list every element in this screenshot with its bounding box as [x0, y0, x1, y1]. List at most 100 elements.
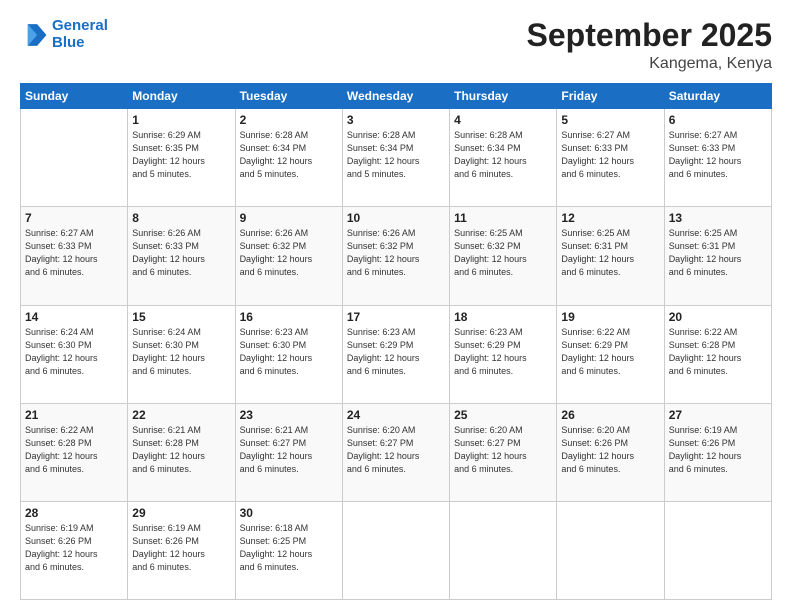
- logo-icon: [20, 21, 48, 49]
- col-thursday: Thursday: [450, 84, 557, 109]
- day-info: Sunrise: 6:28 AM Sunset: 6:34 PM Dayligh…: [347, 129, 445, 181]
- col-saturday: Saturday: [664, 84, 771, 109]
- day-info: Sunrise: 6:23 AM Sunset: 6:29 PM Dayligh…: [347, 326, 445, 378]
- table-cell: 9 Sunrise: 6:26 AM Sunset: 6:32 PM Daylig…: [235, 207, 342, 305]
- day-number: 16: [240, 310, 338, 324]
- col-sunday: Sunday: [21, 84, 128, 109]
- table-cell: 15Sunrise: 6:24 AM Sunset: 6:30 PM Dayli…: [128, 305, 235, 403]
- day-number: 19: [561, 310, 659, 324]
- month-title: September 2025: [527, 18, 772, 53]
- week-row-4: 21Sunrise: 6:22 AM Sunset: 6:28 PM Dayli…: [21, 403, 772, 501]
- table-cell: 26 Sunrise: 6:20 AM Sunset: 6:26 PM Dayli…: [557, 403, 664, 501]
- day-number: 26: [561, 408, 659, 422]
- day-info: Sunrise: 6:28 AM Sunset: 6:34 PM Dayligh…: [240, 129, 338, 181]
- table-cell: 22 Sunrise: 6:21 AM Sunset: 6:28 PM Dayli…: [128, 403, 235, 501]
- table-cell: 28 Sunrise: 6:19 AM Sunset: 6:26 PM Dayli…: [21, 501, 128, 599]
- day-number: 28: [25, 506, 123, 520]
- day-info: Sunrise: 6:25 AM Sunset: 6:31 PM Dayligh…: [669, 227, 767, 279]
- day-info: Sunrise: 6:19 AM Sunset: 6:26 PM Dayligh…: [669, 424, 767, 476]
- day-info: Sunrise: 6:27 AM Sunset: 6:33 PM Dayligh…: [561, 129, 659, 181]
- day-number: 5: [561, 113, 659, 127]
- table-cell: [664, 501, 771, 599]
- table-cell: 1 Sunrise: 6:29 AM Sunset: 6:35 PM Daylig…: [128, 109, 235, 207]
- logo: General Blue: [20, 18, 108, 51]
- day-info: Sunrise: 6:26 AM Sunset: 6:32 PM Dayligh…: [240, 227, 338, 279]
- day-info: Sunrise: 6:20 AM Sunset: 6:26 PM Dayligh…: [561, 424, 659, 476]
- title-block: September 2025 Kangema, Kenya: [527, 18, 772, 73]
- day-info: Sunrise: 6:20 AM Sunset: 6:27 PM Dayligh…: [347, 424, 445, 476]
- table-cell: 29 Sunrise: 6:19 AM Sunset: 6:26 PM Dayli…: [128, 501, 235, 599]
- logo-text: General Blue: [52, 18, 108, 51]
- day-info: Sunrise: 6:19 AM Sunset: 6:26 PM Dayligh…: [25, 522, 123, 574]
- day-number: 20: [669, 310, 767, 324]
- table-cell: 24 Sunrise: 6:20 AM Sunset: 6:27 PM Dayli…: [342, 403, 449, 501]
- table-cell: 23 Sunrise: 6:21 AM Sunset: 6:27 PM Dayli…: [235, 403, 342, 501]
- day-number: 24: [347, 408, 445, 422]
- day-number: 4: [454, 113, 552, 127]
- day-info: Sunrise: 6:21 AM Sunset: 6:28 PM Dayligh…: [132, 424, 230, 476]
- week-row-2: 7 Sunrise: 6:27 AM Sunset: 6:33 PM Daylig…: [21, 207, 772, 305]
- table-cell: [450, 501, 557, 599]
- day-number: 13: [669, 211, 767, 225]
- logo-line2: Blue: [52, 34, 85, 51]
- day-number: 30: [240, 506, 338, 520]
- day-info: Sunrise: 6:24 AM Sunset: 6:30 PM Dayligh…: [25, 326, 123, 378]
- table-cell: [557, 501, 664, 599]
- day-number: 21: [25, 408, 123, 422]
- day-number: 17: [347, 310, 445, 324]
- table-cell: 17 Sunrise: 6:23 AM Sunset: 6:29 PM Dayli…: [342, 305, 449, 403]
- day-number: 9: [240, 211, 338, 225]
- day-info: Sunrise: 6:21 AM Sunset: 6:27 PM Dayligh…: [240, 424, 338, 476]
- day-number: 3: [347, 113, 445, 127]
- day-number: 27: [669, 408, 767, 422]
- table-cell: 7 Sunrise: 6:27 AM Sunset: 6:33 PM Daylig…: [21, 207, 128, 305]
- day-number: 12: [561, 211, 659, 225]
- day-info: Sunrise: 6:27 AM Sunset: 6:33 PM Dayligh…: [669, 129, 767, 181]
- day-info: Sunrise: 6:23 AM Sunset: 6:30 PM Dayligh…: [240, 326, 338, 378]
- col-friday: Friday: [557, 84, 664, 109]
- table-cell: 13 Sunrise: 6:25 AM Sunset: 6:31 PM Dayli…: [664, 207, 771, 305]
- table-cell: 10Sunrise: 6:26 AM Sunset: 6:32 PM Dayli…: [342, 207, 449, 305]
- location: Kangema, Kenya: [527, 55, 772, 73]
- table-cell: 18Sunrise: 6:23 AM Sunset: 6:29 PM Dayli…: [450, 305, 557, 403]
- day-number: 22: [132, 408, 230, 422]
- table-cell: 2Sunrise: 6:28 AM Sunset: 6:34 PM Daylig…: [235, 109, 342, 207]
- table-cell: 16 Sunrise: 6:23 AM Sunset: 6:30 PM Dayli…: [235, 305, 342, 403]
- logo-line1: General: [52, 17, 108, 34]
- week-row-3: 14Sunrise: 6:24 AM Sunset: 6:30 PM Dayli…: [21, 305, 772, 403]
- table-cell: 27 Sunrise: 6:19 AM Sunset: 6:26 PM Dayli…: [664, 403, 771, 501]
- day-info: Sunrise: 6:24 AM Sunset: 6:30 PM Dayligh…: [132, 326, 230, 378]
- col-tuesday: Tuesday: [235, 84, 342, 109]
- calendar-header-row: Sunday Monday Tuesday Wednesday Thursday…: [21, 84, 772, 109]
- week-row-1: 1 Sunrise: 6:29 AM Sunset: 6:35 PM Daylig…: [21, 109, 772, 207]
- day-number: 6: [669, 113, 767, 127]
- table-cell: 8Sunrise: 6:26 AM Sunset: 6:33 PM Daylig…: [128, 207, 235, 305]
- table-cell: 25Sunrise: 6:20 AM Sunset: 6:27 PM Dayli…: [450, 403, 557, 501]
- day-number: 1: [132, 113, 230, 127]
- table-cell: 21Sunrise: 6:22 AM Sunset: 6:28 PM Dayli…: [21, 403, 128, 501]
- day-info: Sunrise: 6:19 AM Sunset: 6:26 PM Dayligh…: [132, 522, 230, 574]
- day-number: 7: [25, 211, 123, 225]
- table-cell: [21, 109, 128, 207]
- day-number: 23: [240, 408, 338, 422]
- day-info: Sunrise: 6:28 AM Sunset: 6:34 PM Dayligh…: [454, 129, 552, 181]
- col-wednesday: Wednesday: [342, 84, 449, 109]
- day-number: 29: [132, 506, 230, 520]
- table-cell: 19 Sunrise: 6:22 AM Sunset: 6:29 PM Dayli…: [557, 305, 664, 403]
- table-cell: 5 Sunrise: 6:27 AM Sunset: 6:33 PM Daylig…: [557, 109, 664, 207]
- day-info: Sunrise: 6:29 AM Sunset: 6:35 PM Dayligh…: [132, 129, 230, 181]
- table-cell: 6 Sunrise: 6:27 AM Sunset: 6:33 PM Daylig…: [664, 109, 771, 207]
- table-cell: 30 Sunrise: 6:18 AM Sunset: 6:25 PM Dayli…: [235, 501, 342, 599]
- day-info: Sunrise: 6:23 AM Sunset: 6:29 PM Dayligh…: [454, 326, 552, 378]
- day-info: Sunrise: 6:27 AM Sunset: 6:33 PM Dayligh…: [25, 227, 123, 279]
- day-number: 8: [132, 211, 230, 225]
- day-info: Sunrise: 6:22 AM Sunset: 6:29 PM Dayligh…: [561, 326, 659, 378]
- table-cell: 4 Sunrise: 6:28 AM Sunset: 6:34 PM Daylig…: [450, 109, 557, 207]
- calendar-table: Sunday Monday Tuesday Wednesday Thursday…: [20, 83, 772, 600]
- col-monday: Monday: [128, 84, 235, 109]
- table-cell: 14Sunrise: 6:24 AM Sunset: 6:30 PM Dayli…: [21, 305, 128, 403]
- page: General Blue September 2025 Kangema, Ken…: [0, 0, 792, 612]
- day-info: Sunrise: 6:18 AM Sunset: 6:25 PM Dayligh…: [240, 522, 338, 574]
- table-cell: [342, 501, 449, 599]
- table-cell: 12Sunrise: 6:25 AM Sunset: 6:31 PM Dayli…: [557, 207, 664, 305]
